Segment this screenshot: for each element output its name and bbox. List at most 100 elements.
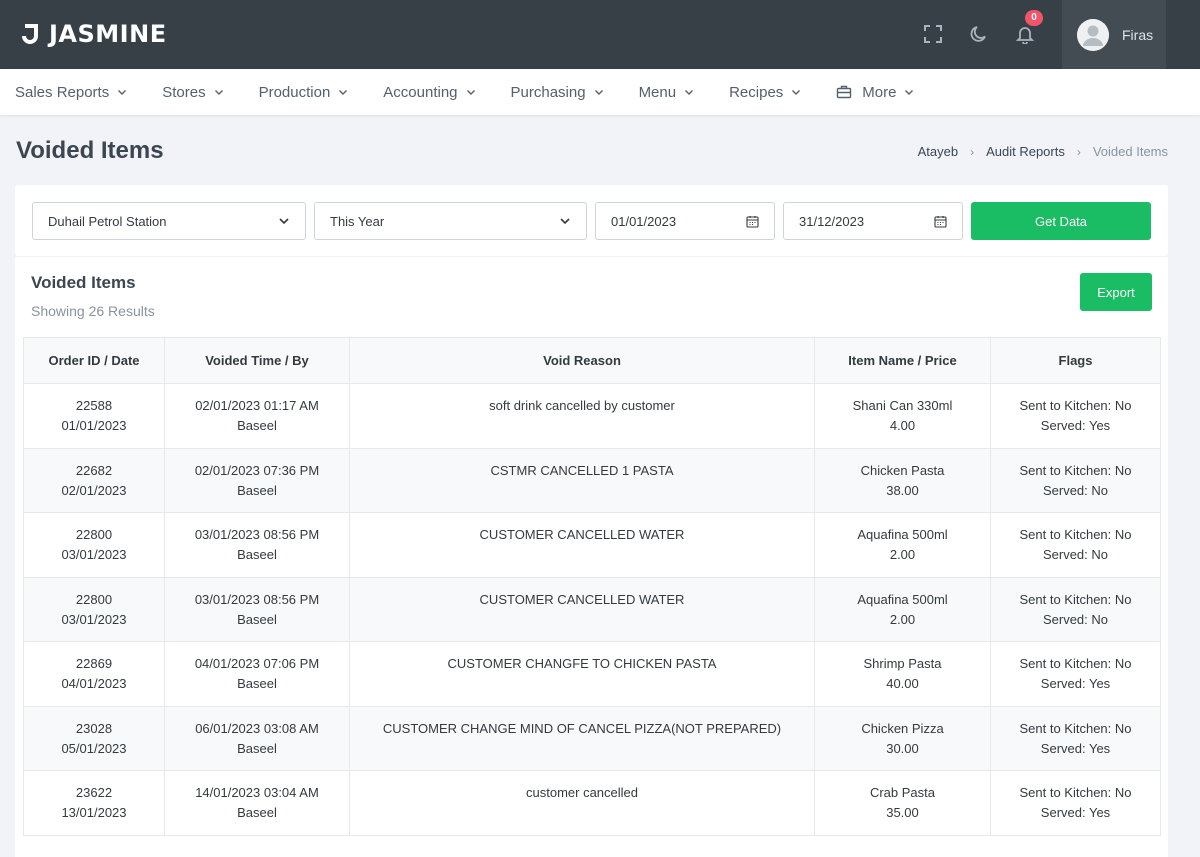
store-select[interactable]: Duhail Petrol Station <box>32 202 306 240</box>
column-header[interactable]: Voided Time / By <box>164 337 350 384</box>
order-cell: 22800 03/01/2023 <box>23 512 165 578</box>
results-card: Voided Items Showing 26 Results Export O… <box>15 257 1168 857</box>
chevron-right-icon: › <box>970 144 975 159</box>
user-menu[interactable]: Firas <box>1062 0 1166 69</box>
fullscreen-icon[interactable] <box>921 22 945 46</box>
flags-cell: Sent to Kitchen: No Served: No <box>990 447 1161 513</box>
flag-kitchen: Sent to Kitchen: No <box>1019 527 1132 542</box>
voided-by: Baseel <box>237 418 277 433</box>
flag-kitchen: Sent to Kitchen: No <box>1019 720 1132 736</box>
voided-time: 04/01/2023 07:06 PM <box>194 656 320 671</box>
period-select-value: This Year <box>330 213 385 229</box>
voided-time: 06/01/2023 03:08 AM <box>195 720 319 736</box>
breadcrumb: Atayeb › Audit Reports › Voided Items <box>918 144 1168 159</box>
brand-logo[interactable]: JASMINE <box>22 20 167 48</box>
jasmine-logo-icon <box>22 24 38 44</box>
get-data-button[interactable]: Get Data <box>971 202 1151 240</box>
item-cell: Chicken Pizza 30.00 <box>814 705 991 771</box>
menu-item-production[interactable]: Production <box>259 84 349 101</box>
void-reason: customer cancelled <box>526 785 638 800</box>
notification-badge: 0 <box>1025 10 1043 26</box>
order-date: 04/01/2023 <box>61 676 127 691</box>
date-from-input[interactable]: 01/01/2023 <box>595 202 775 240</box>
breadcrumb-item[interactable]: Audit Reports <box>986 144 1065 159</box>
voided-cell: 03/01/2023 08:56 PM Baseel <box>164 512 350 578</box>
item-name: Shrimp Pasta <box>863 656 942 671</box>
moon-icon[interactable] <box>967 22 991 46</box>
voided-time: 14/01/2023 03:04 AM <box>195 785 319 800</box>
flags-cell: Sent to Kitchen: No Served: Yes <box>990 383 1161 449</box>
order-id: 22682 <box>75 462 113 478</box>
chevron-down-icon <box>905 90 914 95</box>
item-name: Aquafina 500ml <box>857 527 948 542</box>
chevron-down-icon <box>466 90 475 95</box>
column-header[interactable]: Void Reason <box>349 337 815 384</box>
voided-by: Baseel <box>237 611 277 627</box>
date-to-input[interactable]: 31/12/2023 <box>783 202 963 240</box>
order-date: 03/01/2023 <box>61 611 127 627</box>
column-header[interactable]: Order ID / Date <box>23 337 165 384</box>
date-to-value: 31/12/2023 <box>799 213 865 229</box>
voided-by: Baseel <box>237 740 277 756</box>
table-row: 22800 03/01/2023 03/01/2023 08:56 PM Basee… <box>23 576 1161 642</box>
menu-item-accounting[interactable]: Accounting <box>383 84 475 101</box>
order-date: 02/01/2023 <box>61 482 127 498</box>
item-price: 40.00 <box>886 676 919 691</box>
menu-item-label: Production <box>258 83 331 101</box>
order-cell: 23622 13/01/2023 <box>23 770 165 836</box>
voided-by: Baseel <box>237 547 277 562</box>
voided-time: 03/01/2023 08:56 PM <box>194 527 320 542</box>
table-row: 22588 01/01/2023 02/01/2023 01:17 AM Basee… <box>23 383 1161 449</box>
item-cell: Shrimp Pasta 40.00 <box>814 641 991 707</box>
flag-served: Served: Yes <box>1040 418 1111 433</box>
item-cell: Aquafina 500ml 2.00 <box>814 576 991 642</box>
table-row: 23028 05/01/2023 06/01/2023 03:08 AM Basee… <box>23 705 1161 771</box>
voided-time: 03/01/2023 08:56 PM <box>194 591 320 607</box>
column-header[interactable]: Item Name / Price <box>814 337 991 384</box>
order-id: 22588 <box>75 398 113 413</box>
item-name: Chicken Pizza <box>861 720 944 736</box>
menu-item-recipes[interactable]: Recipes <box>729 84 801 101</box>
menu-item-sales-reports[interactable]: Sales Reports <box>15 84 127 101</box>
menu-item-purchasing[interactable]: Purchasing <box>511 84 604 101</box>
item-name: Crab Pasta <box>869 785 936 800</box>
menu-item-label: Menu <box>638 83 677 101</box>
order-id: 23622 <box>75 785 113 800</box>
chevron-down-icon <box>560 218 570 225</box>
store-select-value: Duhail Petrol Station <box>48 213 167 229</box>
breadcrumb-item[interactable]: Atayeb <box>918 144 958 159</box>
chevron-down-icon <box>594 90 603 95</box>
period-select[interactable]: This Year <box>314 202 587 240</box>
order-cell: 22588 01/01/2023 <box>23 383 165 449</box>
avatar <box>1077 18 1109 51</box>
order-id: 22800 <box>75 591 113 607</box>
voided-cell: 14/01/2023 03:04 AM Baseel <box>164 770 350 836</box>
voided-by: Baseel <box>237 482 277 498</box>
column-header[interactable]: Flags <box>990 337 1161 384</box>
menu-item-stores[interactable]: Stores <box>162 84 223 101</box>
filter-card: Duhail Petrol Station This Year 01/01/20… <box>15 185 1168 256</box>
item-cell: Aquafina 500ml 2.00 <box>814 512 991 578</box>
voided-cell: 04/01/2023 07:06 PM Baseel <box>164 641 350 707</box>
briefcase-icon <box>837 85 852 99</box>
order-cell: 22682 02/01/2023 <box>23 447 165 513</box>
item-cell: Chicken Pasta 38.00 <box>814 447 991 513</box>
flag-served: Served: Yes <box>1040 676 1111 691</box>
table-row: 22800 03/01/2023 03/01/2023 08:56 PM Basee… <box>23 512 1161 578</box>
calendar-icon[interactable] <box>746 215 759 228</box>
void-reason: CUSTOMER CHANGE MIND OF CANCEL PIZZA(NOT… <box>382 720 782 736</box>
export-button[interactable]: Export <box>1080 273 1152 311</box>
menu-item-label: Purchasing <box>510 83 586 101</box>
calendar-icon[interactable] <box>934 215 947 228</box>
chevron-down-icon <box>339 90 348 95</box>
flags-cell: Sent to Kitchen: No Served: Yes <box>990 641 1161 707</box>
menu-item-menu[interactable]: Menu <box>639 84 695 101</box>
item-cell: Crab Pasta 35.00 <box>814 770 991 836</box>
flag-kitchen: Sent to Kitchen: No <box>1019 785 1132 800</box>
void-reason: CUSTOMER CANCELLED WATER <box>479 591 685 607</box>
item-price: 38.00 <box>886 482 919 498</box>
voided-time: 02/01/2023 01:17 AM <box>195 398 319 413</box>
menu-item-more[interactable]: More <box>836 84 914 101</box>
voided-cell: 06/01/2023 03:08 AM Baseel <box>164 705 350 771</box>
brand-name: JASMINE <box>49 20 167 48</box>
